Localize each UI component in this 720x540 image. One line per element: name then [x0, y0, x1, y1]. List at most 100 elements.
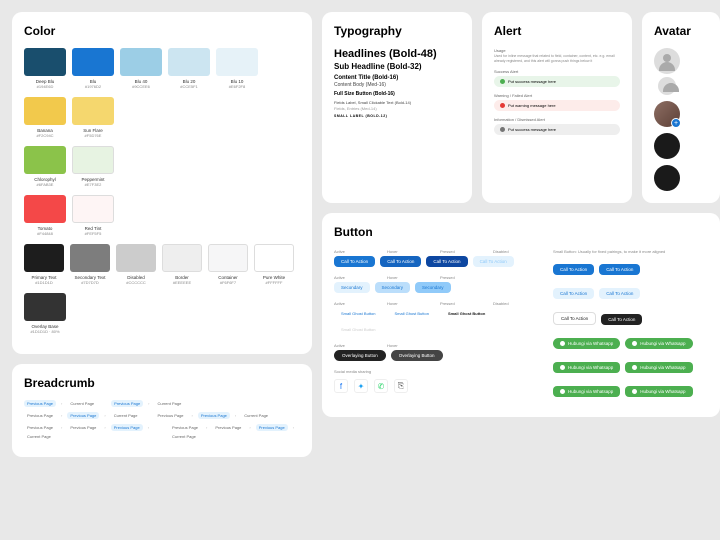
- breadcrumb-prev[interactable]: Previous Page: [67, 424, 99, 431]
- link-icon[interactable]: ⎘: [394, 379, 408, 393]
- cta-button-hover[interactable]: Call To Action: [380, 256, 421, 267]
- breadcrumb-current: Current Page: [24, 433, 54, 440]
- breadcrumb-prev[interactable]: Previous Page: [212, 424, 244, 431]
- breadcrumb-current: Current Page: [241, 412, 271, 419]
- white-button[interactable]: Call To Action: [553, 312, 596, 325]
- overlay-button-active[interactable]: Overlaying Button: [334, 350, 386, 361]
- color-swatch: Red Tint#FEF5F5: [72, 195, 114, 236]
- breadcrumb-current: Current Page: [67, 400, 97, 407]
- field-entries-sample: Fields, Entries (Med-14): [334, 106, 460, 111]
- breadcrumb-card: Breadcrumb Previous Page›Current PagePre…: [12, 364, 312, 457]
- avatar-dark: [654, 165, 680, 191]
- info-label: Information / Dismissed Alert: [494, 117, 620, 122]
- breadcrumb-trail: Previous Page›Previous Page›Previous Pag…: [169, 424, 300, 440]
- color-swatch: Blu#1976D2: [72, 48, 114, 89]
- color-swatch: Disabled#CCCCCC: [116, 244, 156, 285]
- breadcrumb-prev[interactable]: Previous Page: [155, 412, 187, 419]
- whatsapp-button[interactable]: Hubungi via Whatsapp: [625, 362, 692, 373]
- avatar-card: Avatar +: [642, 12, 720, 203]
- whatsapp-button[interactable]: Hubungi via Whatsapp: [625, 386, 692, 397]
- twitter-icon[interactable]: ✦: [354, 379, 368, 393]
- color-swatch: Tomato#F44848: [24, 195, 66, 236]
- cta-button-active[interactable]: Call To Action: [334, 256, 375, 267]
- breadcrumb-current: Current Page: [169, 433, 199, 440]
- breadcrumb-prev[interactable]: Previous Page: [24, 424, 56, 431]
- social-label: Social media sharing: [334, 369, 541, 374]
- small-button-note: Small Button: Usually for fixed pairings…: [553, 249, 708, 254]
- typography-title: Typography: [334, 24, 460, 38]
- field-label-sample: Fields Label, Small Clickable Text (Bold…: [334, 100, 460, 105]
- cta-button-pressed[interactable]: Call To Action: [426, 256, 467, 267]
- breadcrumb-current: Current Page: [155, 400, 185, 407]
- info-alert: Put success message here: [494, 124, 620, 135]
- add-badge-icon[interactable]: +: [671, 118, 681, 128]
- facebook-icon[interactable]: f: [334, 379, 348, 393]
- breadcrumb-prev[interactable]: Previous Page: [198, 412, 230, 419]
- color-swatch: Chlorophyl#6FAB3E: [24, 146, 66, 187]
- info-icon: [500, 127, 505, 132]
- breadcrumb-prev[interactable]: Previous Page: [24, 400, 56, 407]
- breadcrumb-trail: Previous Page›Previous Page›Current Page: [24, 412, 141, 419]
- breadcrumb-prev[interactable]: Previous Page: [169, 424, 201, 431]
- secondary-button-pressed[interactable]: Secondary: [415, 282, 451, 293]
- avatar-title: Avatar: [654, 24, 708, 38]
- breadcrumb-trail: Previous Page›Previous Page›Current Page: [155, 412, 272, 419]
- small-cta[interactable]: Call To Action: [553, 264, 594, 275]
- small-sec[interactable]: Call To Action: [599, 288, 640, 299]
- button-card: Button ActiveHoverPressedDisabled Call T…: [322, 213, 720, 417]
- color-swatch: Peppermint#E7F3E2: [72, 146, 114, 187]
- alert-icon: [500, 103, 505, 108]
- alert-title: Alert: [494, 24, 620, 38]
- whatsapp-icon[interactable]: ✆: [374, 379, 388, 393]
- whatsapp-button-pill[interactable]: Hubungi via Whatsapp: [553, 338, 620, 349]
- ghost-button-active[interactable]: Small Ghost Button: [334, 308, 382, 319]
- typography-card: Typography Headlines (Bold-48) Sub Headl…: [322, 12, 472, 203]
- warning-alert: Put warning message here: [494, 100, 620, 111]
- whatsapp-button[interactable]: Hubungi via Whatsapp: [553, 362, 620, 373]
- color-swatch: Pure White#FFFFFF: [254, 244, 294, 285]
- button-title: Button: [334, 225, 708, 239]
- subheadline-sample: Sub Headline (Bold-32): [334, 62, 460, 71]
- avatar-placeholder-small: [658, 77, 676, 95]
- color-swatch: Banana#F2C94C: [24, 97, 66, 138]
- breadcrumb-trail: Previous Page›Current Page: [111, 400, 184, 407]
- success-alert: Put success message here: [494, 76, 620, 87]
- check-icon: [500, 79, 505, 84]
- breadcrumb-prev[interactable]: Previous Page: [256, 424, 288, 431]
- content-title-sample: Content Title (Bold-16): [334, 75, 460, 81]
- color-swatch: Overlay Base#1D1D1D · 80%: [24, 293, 66, 334]
- overlay-button-hover[interactable]: Overlaying Button: [391, 350, 443, 361]
- color-swatch: Blu 40#9CCEE6: [120, 48, 162, 89]
- breadcrumb-prev[interactable]: Previous Page: [24, 412, 56, 419]
- breadcrumb-current: Current Page: [111, 412, 141, 419]
- ghost-button-hover[interactable]: Small Ghost Button: [387, 308, 435, 319]
- small-label-sample: SMALL LABEL (BOLD-12): [334, 114, 460, 118]
- alert-card: Alert Usage Used for inline message that…: [482, 12, 632, 203]
- color-card: Color Deep Blu#194E6DBlu#1976D2Blu 40#9C…: [12, 12, 312, 354]
- usage-desc: Used for inline message that related to …: [494, 54, 620, 63]
- breadcrumb-prev[interactable]: Previous Page: [67, 412, 99, 419]
- breadcrumb-title: Breadcrumb: [24, 376, 300, 390]
- breadcrumb-prev[interactable]: Previous Page: [111, 400, 143, 407]
- headline-sample: Headlines (Bold-48): [334, 48, 460, 60]
- avatar-photo: +: [654, 101, 680, 127]
- secondary-button-active[interactable]: Secondary: [334, 282, 370, 293]
- whatsapp-button-pill[interactable]: Hubungi via Whatsapp: [625, 338, 692, 349]
- ghost-button-pressed[interactable]: Small Ghost Button: [441, 308, 492, 319]
- small-cta[interactable]: Call To Action: [599, 264, 640, 275]
- whatsapp-button[interactable]: Hubungi via Whatsapp: [553, 386, 620, 397]
- color-swatch: Border#EEEEEE: [162, 244, 202, 285]
- color-swatch: Deep Blu#194E6D: [24, 48, 66, 89]
- color-swatch: Sun Flare#F5D76E: [72, 97, 114, 138]
- secondary-button-hover[interactable]: Secondary: [375, 282, 411, 293]
- color-swatch: Secondary Text#7D7D7D: [70, 244, 110, 285]
- breadcrumb-trail: Previous Page›Previous Page›Previous Pag…: [24, 424, 155, 440]
- warning-label: Warning / Failed Alert: [494, 93, 620, 98]
- avatar-dark: [654, 133, 680, 159]
- small-sec[interactable]: Call To Action: [553, 288, 594, 299]
- color-swatch: Container#F6F6F7: [208, 244, 248, 285]
- success-label: Success Alert: [494, 69, 620, 74]
- breadcrumb-prev[interactable]: Previous Page: [111, 424, 143, 431]
- fullsize-button-sample: Full Size Button (Bold-16): [334, 91, 460, 97]
- black-button[interactable]: Call To Action: [601, 314, 642, 325]
